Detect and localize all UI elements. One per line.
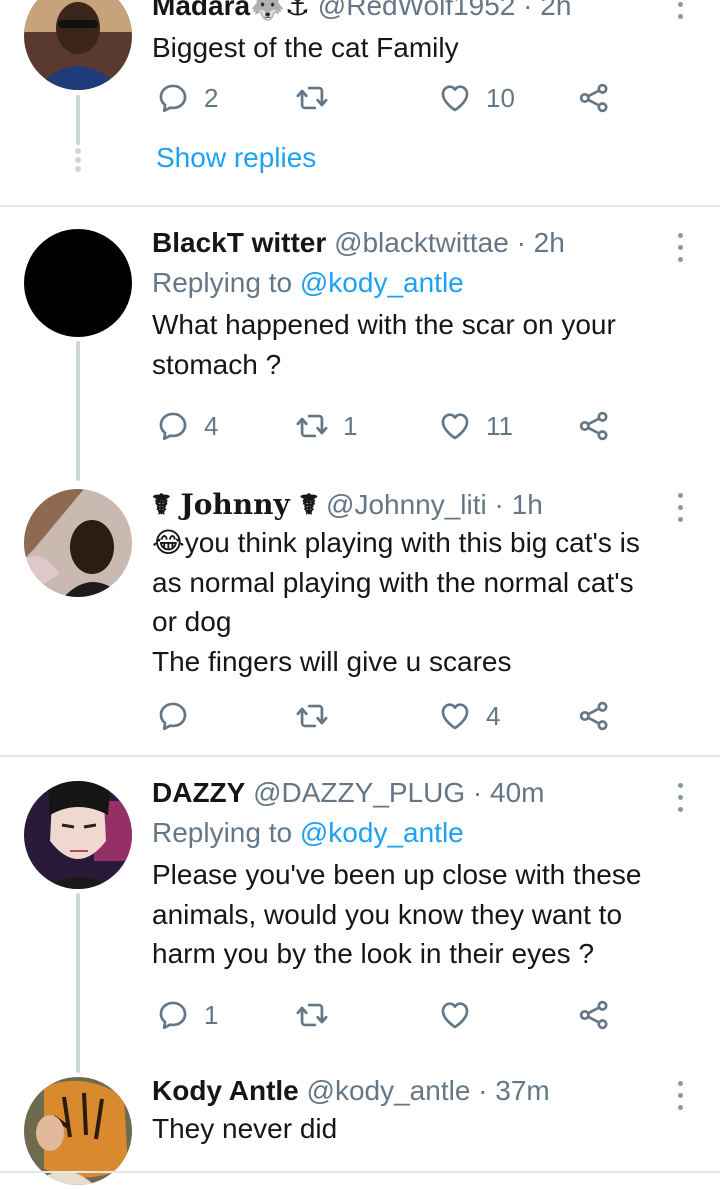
tweet-meta: Madara🐺⚓ @RedWolf1952 · 2h [152,0,680,24]
tweet-text-line: 😂you think playing with this big cat's i… [152,527,640,558]
tweet-actions: 1 [152,995,622,1035]
avatar[interactable] [24,489,132,597]
reply-count: 2 [204,82,219,113]
share-button[interactable] [577,406,611,446]
retweet-icon [295,998,329,1032]
reply-icon [156,998,190,1032]
more-vertical-icon[interactable] [670,489,690,525]
display-name[interactable]: DAZZY [152,777,245,808]
avatar[interactable] [24,0,132,90]
tweet-text: They never did [152,1113,338,1144]
tweet-text-line: or dog [152,606,232,637]
reply-count: 1 [204,999,219,1030]
tweet-text: 😂you think playing with this big cat's i… [152,523,680,681]
like-button[interactable] [438,995,472,1035]
more-vertical-icon[interactable] [670,1077,690,1113]
heart-icon [438,699,472,733]
reply-button[interactable]: 2 [156,78,218,118]
replying-to: Replying to @kody_antle [152,265,680,301]
retweet-button[interactable] [295,78,329,118]
tweet-meta: DAZZY @DAZZY_PLUG · 40m [152,775,680,811]
timestamp: · 40m [472,777,545,808]
like-count: 11 [486,410,513,441]
share-icon [577,409,611,443]
like-count: 10 [486,82,515,113]
handle: @RedWolf1952 [317,0,516,21]
tweet-text-line: as normal playing with the normal cat's [152,566,634,598]
tweet-actions: 4 [152,696,622,736]
divider [0,1171,720,1173]
heart-icon [438,409,472,443]
thread-line [76,893,80,1073]
tweet-actions: 4 1 11 [152,406,622,446]
tweet-meta: BlackT witter @blacktwittae · 2h [152,225,680,261]
more-vertical-icon[interactable] [670,229,690,265]
tweet-kody-antle[interactable]: Kody Antle @kody_antle · 37m They never … [0,1067,720,1185]
share-icon [577,81,611,115]
reply-button[interactable]: 1 [156,995,218,1035]
display-name[interactable]: Kody Antle [152,1075,299,1106]
tweet-madara[interactable]: Madara🐺⚓ @RedWolf1952 · 2h Biggest of th… [0,0,720,205]
thread-dots [75,148,81,172]
tweet-text: Please you've been up close with these a… [152,859,642,969]
retweet-icon [295,81,329,115]
share-button[interactable] [577,78,611,118]
thread-line [76,341,80,481]
timestamp: · 37m [478,1075,550,1106]
like-button[interactable]: 10 [438,78,515,118]
more-vertical-icon[interactable] [670,0,690,22]
replying-to-mention[interactable]: @kody_antle [300,267,464,298]
share-button[interactable] [577,995,611,1035]
tweet-johnny[interactable]: ☤ Johnny ☤ @Johnny_liti · 1h 😂you think … [0,477,720,755]
more-vertical-icon[interactable] [670,779,690,815]
share-icon [577,699,611,733]
tweet-text: Biggest of the cat Family [152,32,459,63]
handle: @kody_antle [306,1075,471,1106]
retweet-count: 1 [343,410,358,441]
display-name[interactable]: Madara🐺⚓ [152,0,310,21]
tweet-text-line: The fingers will give u scares [152,645,512,677]
timestamp: · 2h [516,227,565,258]
like-button[interactable]: 11 [438,406,513,446]
retweet-icon [295,409,329,443]
retweet-button[interactable]: 1 [295,406,357,446]
tweet-blacktwitter[interactable]: BlackT witter @blacktwittae · 2h Replyin… [0,207,720,481]
replying-to-label: Replying to [152,267,293,298]
retweet-button[interactable] [295,995,329,1035]
handle: @DAZZY_PLUG [253,777,466,808]
timestamp: · 2h [523,0,572,21]
replying-to-mention[interactable]: @kody_antle [300,817,464,848]
retweet-button[interactable] [295,696,329,736]
handle: @blacktwittae [334,227,509,258]
retweet-icon [295,699,329,733]
like-button[interactable]: 4 [438,696,500,736]
tweet-meta: Kody Antle @kody_antle · 37m [152,1073,680,1109]
avatar[interactable] [24,781,132,889]
share-button[interactable] [577,696,611,736]
replying-to: Replying to @kody_antle [152,815,680,851]
tweet-meta: ☤ Johnny ☤ @Johnny_liti · 1h [152,487,680,523]
avatar[interactable] [24,229,132,337]
timestamp: · 1h [494,489,543,520]
share-icon [577,998,611,1032]
handle: @Johnny_liti [326,489,487,520]
reply-icon [156,81,190,115]
heart-icon [438,81,472,115]
heart-icon [438,998,472,1032]
display-name[interactable]: BlackT witter [152,227,326,258]
avatar[interactable] [24,1077,132,1185]
tweet-dazzy[interactable]: DAZZY @DAZZY_PLUG · 40m Replying to @kod… [0,757,720,1073]
show-replies-link[interactable]: Show replies [156,142,316,174]
thread-line [76,95,80,145]
reply-icon [156,409,190,443]
replying-to-label: Replying to [152,817,293,848]
reply-icon [156,699,190,733]
reply-count: 4 [204,410,219,441]
display-name[interactable]: ☤ Johnny ☤ [152,488,318,521]
tweet-text: What happened with the scar on your stom… [152,309,616,380]
reply-button[interactable]: 4 [156,406,218,446]
reply-button[interactable] [156,696,190,736]
like-count: 4 [486,700,501,731]
tweet-actions: 2 10 [152,78,622,118]
